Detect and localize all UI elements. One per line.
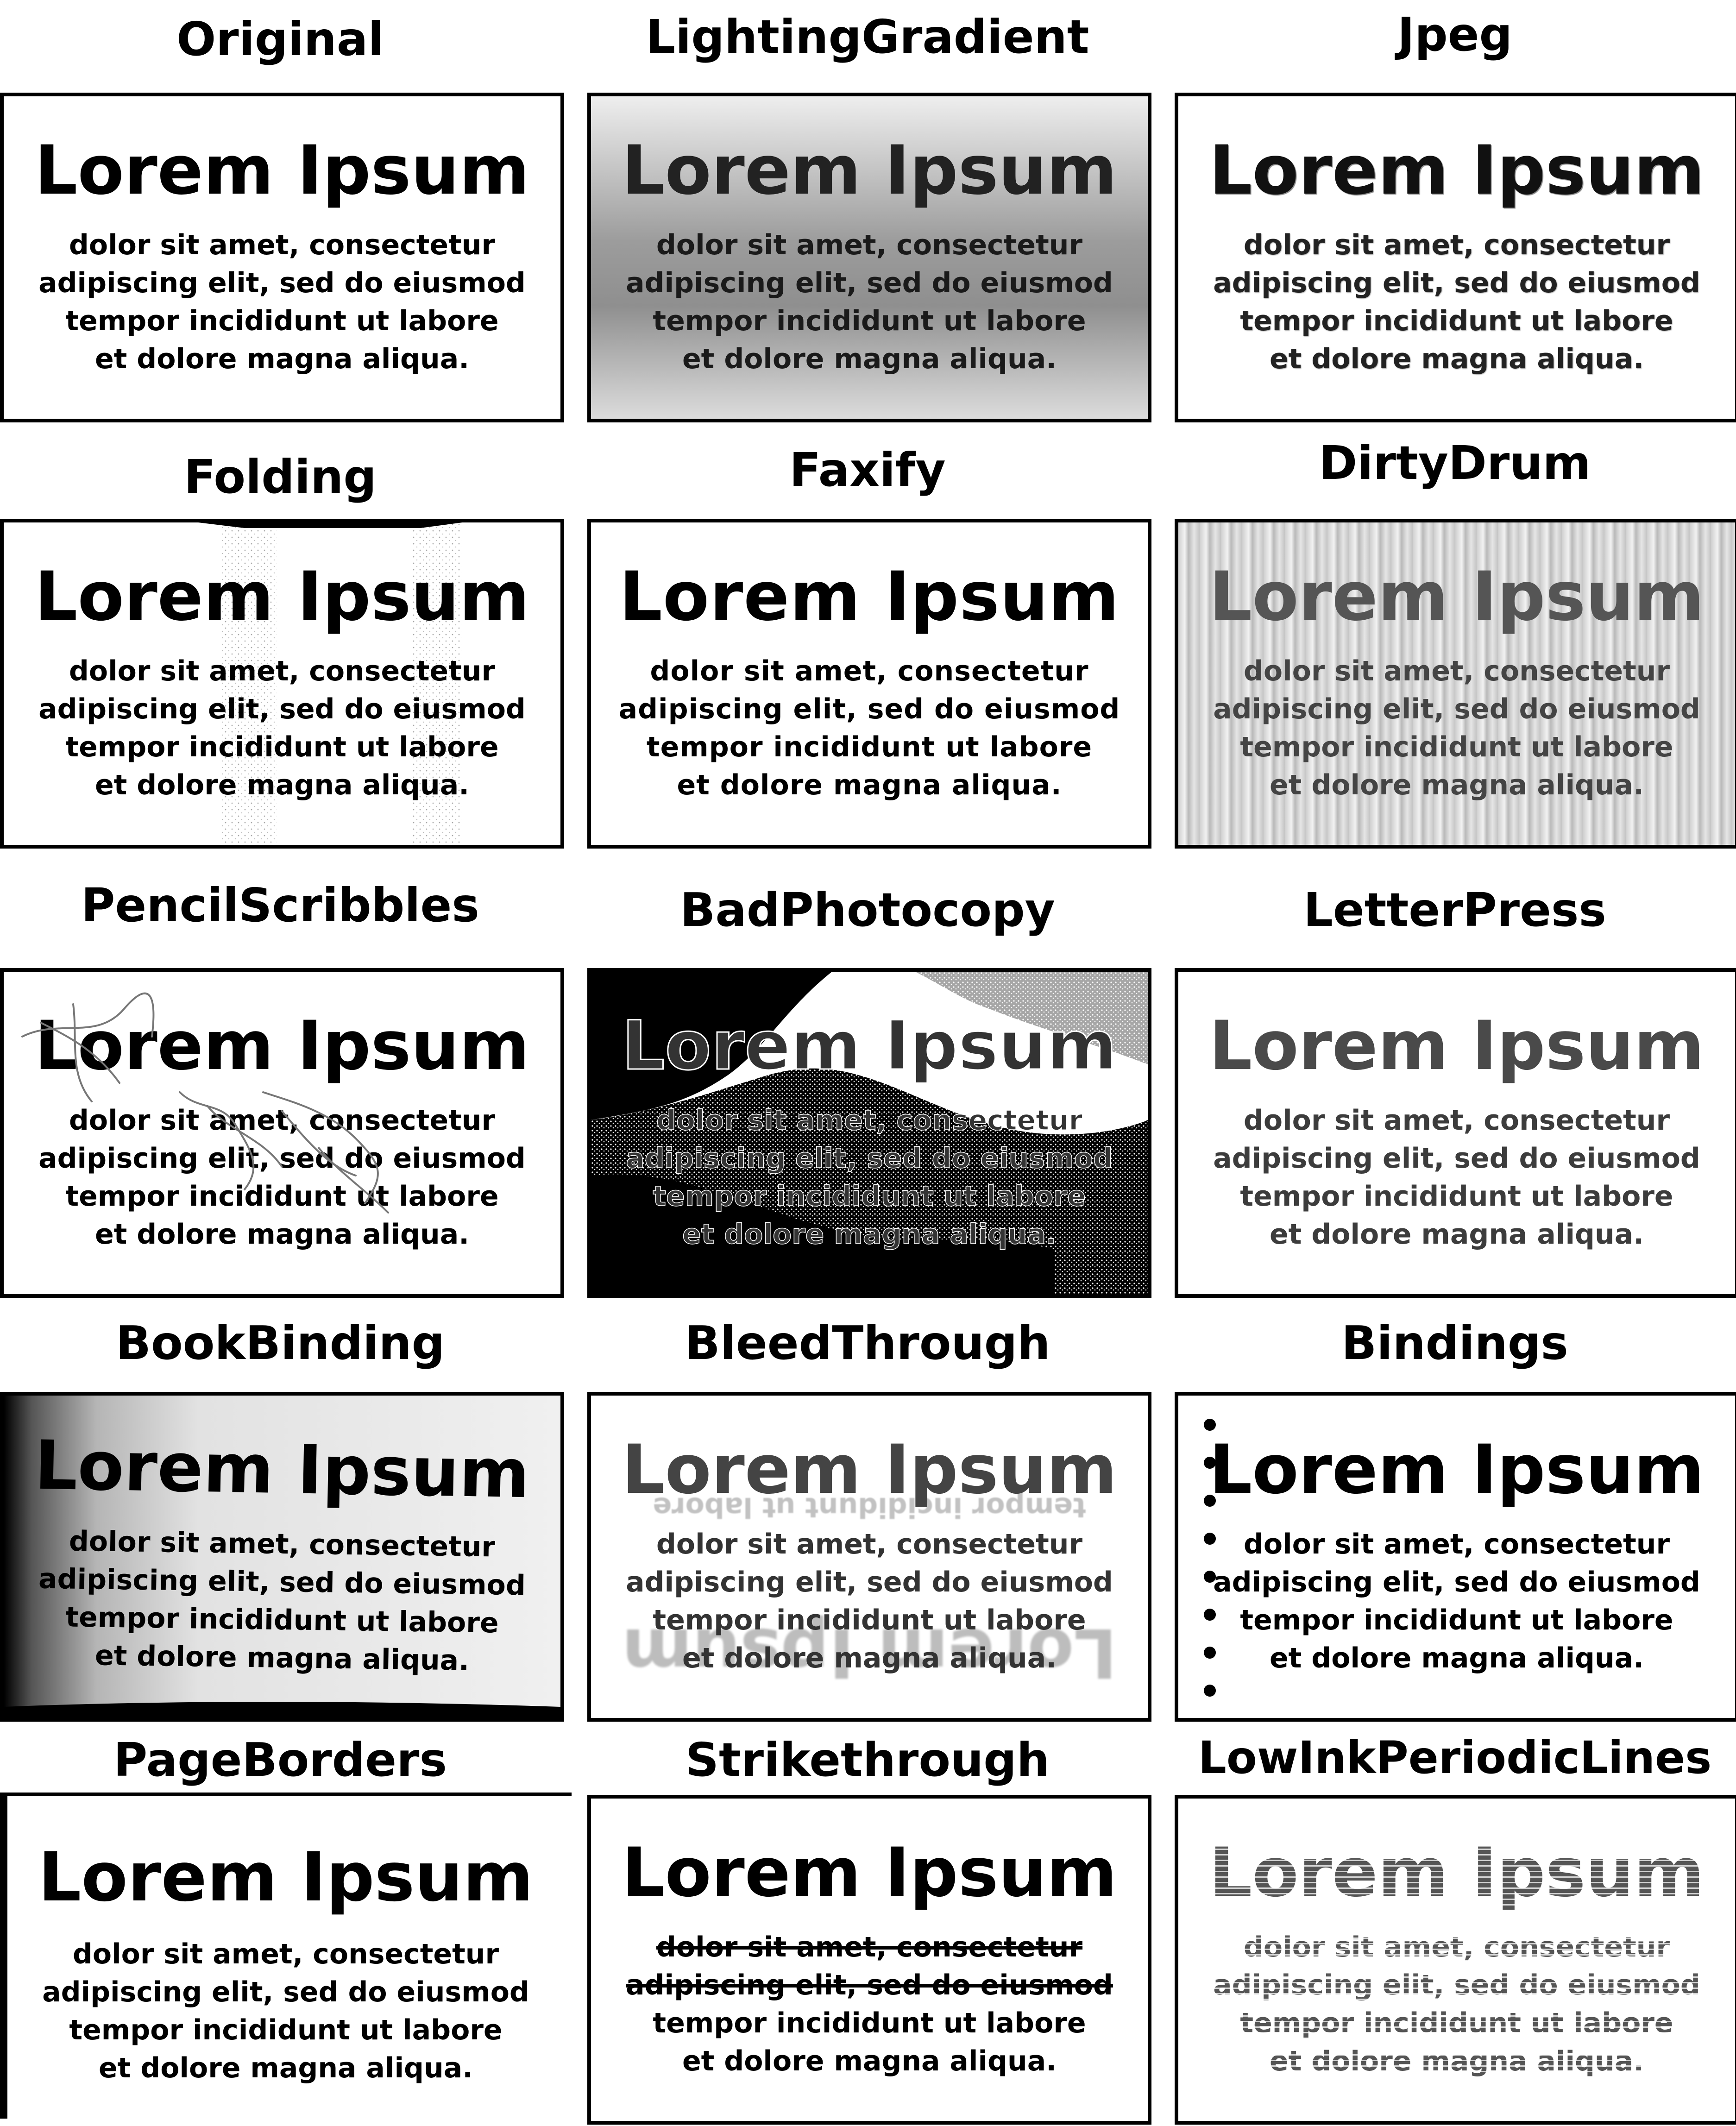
sample-line: tempor incididunt ut labore	[65, 305, 499, 337]
sample-panel-bad-photocopy: Lorem Ipsum dolor sit amet, consectetur …	[587, 968, 1151, 1298]
sample-panel-faxify: Lorem Ipsum dolor sit amet, consectetur …	[587, 519, 1151, 849]
sample-line: adipiscing elit, sed do eiusmod	[1213, 693, 1700, 725]
sample-line: adipiscing elit, sed do eiusmod	[42, 1976, 529, 2008]
sample-panel-book-binding: Lorem Ipsum dolor sit amet, consectetur …	[0, 1392, 564, 1722]
sample-line: tempor incididunt ut labore	[653, 2007, 1086, 2039]
sample-line: adipiscing elit, sed do eiusmod	[625, 1142, 1113, 1175]
sample-panel-letter-press: Lorem Ipsum dolor sit amet, consectetur …	[1175, 968, 1736, 1298]
sample-line: et dolore magna aliqua.	[682, 2045, 1057, 2077]
panel-label: BadPhotocopy	[680, 883, 1055, 937]
sample-heading: Lorem Ipsum	[619, 557, 1120, 636]
sample-line: et dolore magna aliqua.	[1269, 1218, 1644, 1251]
sample-line: tempor incididunt ut labore	[1240, 731, 1673, 763]
sample-line: adipiscing elit, sed do eiusmod	[618, 693, 1120, 725]
sample-panel-bindings: Lorem Ipsum dolor sit amet, consectetur …	[1175, 1392, 1736, 1722]
sample-line: et dolore magna aliqua.	[94, 1639, 470, 1677]
sample-panel-dirty-drum: Lorem Ipsum dolor sit amet, consectetur …	[1175, 519, 1736, 849]
panel-label: DirtyDrum	[1319, 436, 1591, 490]
sample-heading: Lorem Ipsum	[621, 1006, 1118, 1086]
sample-line: adipiscing elit, sed do eiusmod	[1213, 1142, 1700, 1175]
sample-line: dolor sit amet, consectetur	[69, 229, 496, 261]
sample-line: adipiscing elit, sed do eiusmod	[626, 1566, 1113, 1598]
panel-label: LightingGradient	[646, 10, 1089, 64]
sample-panel-strikethrough: Lorem Ipsum dolor sit amet, consectetur …	[587, 1795, 1151, 2125]
sample-heading: Lorem Ipsum	[622, 131, 1117, 210]
sample-line: dolor sit amet, consectetur	[72, 1938, 499, 1970]
sample-heading: Lorem Ipsum	[1209, 1430, 1705, 1509]
sample-line: et dolore magna aliqua.	[94, 769, 469, 801]
sample-heading: Lorem Ipsum	[1209, 557, 1705, 636]
sample-line: tempor incididunt ut labore	[1240, 1604, 1673, 1636]
sample-line: adipiscing elit, sed do eiusmod	[1213, 1566, 1700, 1598]
sample-line: et dolore magna aliqua.	[94, 343, 469, 375]
panel-label: BleedThrough	[685, 1316, 1050, 1370]
sample-heading: Lorem Ipsum	[34, 131, 530, 210]
panel-label: LetterPress	[1303, 883, 1606, 937]
sample-line: adipiscing elit, sed do eiusmod	[38, 267, 526, 299]
panel-label: Bindings	[1341, 1316, 1568, 1370]
sample-heading: Lorem Ipsum	[38, 1838, 534, 1917]
panel-label: Jpeg	[1397, 7, 1513, 62]
sample-line: dolor sit amet, consectetur	[1243, 1528, 1670, 1560]
sample-line: et dolore magna aliqua.	[682, 1642, 1057, 1674]
sample-panel-jpeg: Lorem Ipsum dolor sit amet, consectetur …	[1175, 93, 1736, 422]
sample-heading: Lorem Ipsum	[34, 1426, 530, 1514]
sample-heading: Lorem Ipsum	[622, 1833, 1117, 1912]
binding-hole	[1204, 1685, 1216, 1697]
sample-line: adipiscing elit, sed do eiusmod	[1213, 267, 1700, 299]
sample-heading: Lorem Ipsum	[1209, 1006, 1705, 1085]
sample-line: tempor incididunt ut labore	[653, 1604, 1086, 1636]
sample-heading: Lorem Ipsum	[34, 557, 530, 636]
sample-line: adipiscing elit, sed do eiusmod	[38, 693, 526, 725]
sample-panel-bleed-through: Lorem Ipsum tempor incididunt ut labore …	[587, 1392, 1151, 1722]
sample-line: tempor incididunt ut labore	[646, 731, 1093, 763]
panel-label: Original	[176, 12, 384, 66]
sample-panel-lighting-gradient: Lorem Ipsum dolor sit amet, consectetur …	[587, 93, 1151, 422]
sample-line: adipiscing elit, sed do eiusmod	[626, 267, 1113, 299]
sample-line: tempor incididunt ut labore	[653, 305, 1086, 337]
sample-line: et dolore magna aliqua.	[1269, 769, 1644, 801]
panel-label: PageBorders	[113, 1733, 447, 1787]
panel-label: PencilScribbles	[81, 878, 479, 932]
panel-label: LowInkPeriodicLines	[1198, 1732, 1712, 1784]
pencil-scribbles	[21, 992, 389, 1214]
sample-line: dolor sit amet, consectetur	[1243, 229, 1670, 261]
panel-label: BookBinding	[115, 1316, 445, 1370]
sample-panel-low-ink-periodic-lines: Lorem Ipsum dolor sit amet, consectetur …	[1175, 1795, 1736, 2125]
panel-label: Strikethrough	[685, 1733, 1050, 1787]
sample-line: et dolore magna aliqua.	[677, 769, 1062, 801]
sample-line: et dolore magna aliqua.	[98, 2052, 473, 2084]
sample-panel-pencil-scribbles: Lorem Ipsum dolor sit amet, consectetur …	[0, 968, 564, 1298]
panel-label: Faxify	[789, 443, 946, 497]
binding-hole	[1204, 1419, 1216, 1431]
low-ink-stripes	[1178, 1799, 1735, 2121]
sample-line-struck: dolor sit amet, consectetur	[656, 1931, 1083, 1963]
sample-line: tempor incididunt ut labore	[69, 2014, 503, 2046]
sample-heading: Lorem Ipsum	[622, 1430, 1117, 1509]
sample-line: dolor sit amet, consectetur	[1243, 655, 1670, 687]
sample-line: et dolore magna aliqua.	[1269, 343, 1644, 375]
sample-line: et dolore magna aliqua.	[682, 343, 1057, 375]
sample-line-struck: adipiscing elit, sed do eiusmod	[626, 1969, 1113, 2001]
sample-line: dolor sit amet, consectetur	[656, 229, 1083, 261]
sample-line: tempor incididunt ut labore	[1240, 1180, 1673, 1213]
sample-line: dolor sit amet, consectetur	[1243, 1104, 1670, 1137]
sample-line: dolor sit amet, consectetur	[69, 655, 496, 687]
sample-line: et dolore magna aliqua.	[1269, 1642, 1644, 1674]
sample-line: dolor sit amet, consectetur	[656, 1528, 1083, 1560]
sample-line: tempor incididunt ut labore	[653, 1180, 1087, 1213]
sample-panel-page-borders: Lorem Ipsum dolor sit amet, consectetur …	[0, 1793, 572, 2119]
sample-panel-original: Lorem Ipsum dolor sit amet, consectetur …	[0, 93, 564, 422]
sample-line: dolor sit amet, consectetur	[656, 1104, 1083, 1137]
panel-label: Folding	[184, 450, 377, 504]
sample-line: et dolore magna aliqua.	[682, 1218, 1057, 1251]
sample-heading: Lorem Ipsum	[1209, 131, 1705, 210]
sample-line: dolor sit amet, consectetur	[650, 655, 1089, 687]
sample-line: tempor incididunt ut labore	[65, 731, 499, 763]
sample-line: tempor incididunt ut labore	[1240, 305, 1673, 337]
sample-panel-folding: Lorem Ipsum dolor sit amet, consectetur …	[0, 519, 564, 849]
